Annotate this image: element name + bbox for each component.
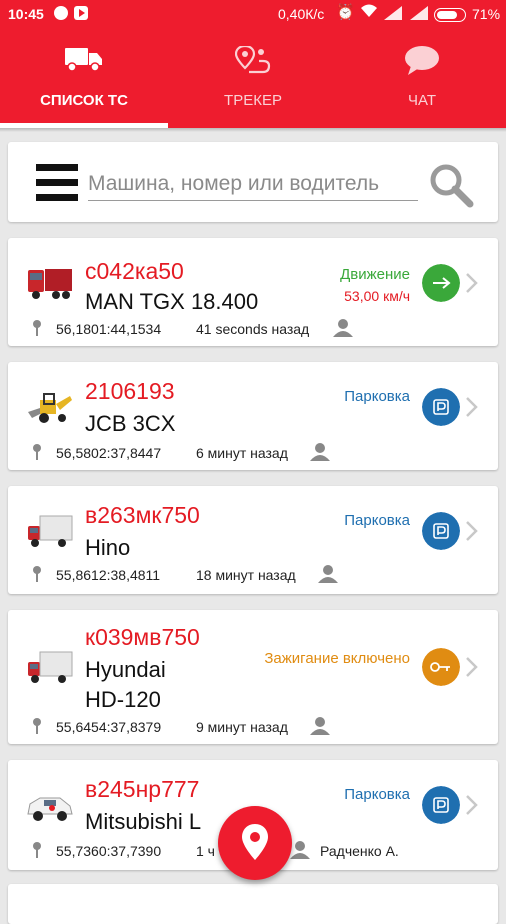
- location-pin-icon: [33, 444, 41, 460]
- chat-bubble-icon: [405, 46, 439, 75]
- status-bar: 10:45 0,40К/с ⏰ 71%: [0, 0, 506, 28]
- vehicle-status: Парковка: [344, 786, 410, 803]
- parking-icon: [422, 786, 460, 824]
- vehicle-status: Парковка: [344, 388, 410, 405]
- vehicle-plate: 2106193: [85, 378, 175, 404]
- tab-tracker-label: ТРЕКЕР: [224, 92, 282, 109]
- vehicle-card[interactable]: к039мв750 Hyundai HD-120 Зажигание включ…: [8, 610, 498, 744]
- chevron-right-icon[interactable]: [464, 520, 480, 542]
- driver-icon: [290, 841, 310, 859]
- last-update-time: 18 минут назад: [196, 567, 296, 583]
- driver-icon: [333, 319, 353, 337]
- vehicle-status: Движение: [340, 266, 410, 283]
- vehicle-plate: с042ка50: [85, 258, 184, 284]
- location-pin-icon: [33, 320, 41, 336]
- driver-icon: [318, 565, 338, 583]
- location-pin-icon: [33, 842, 41, 858]
- route-pin-icon: [235, 46, 271, 74]
- play-store-notification-icon: [74, 6, 88, 20]
- battery-icon: [434, 8, 466, 22]
- chevron-right-icon[interactable]: [464, 396, 480, 418]
- chevron-right-icon[interactable]: [464, 656, 480, 678]
- truck-icon: [65, 48, 102, 72]
- status-time: 10:45: [8, 6, 44, 22]
- chevron-right-icon[interactable]: [464, 272, 480, 294]
- network-speed: 0,40К/с: [278, 6, 325, 22]
- vehicle-plate: в245нр777: [85, 776, 200, 802]
- tab-vehicle-list-label: СПИСОК ТС: [40, 92, 128, 109]
- tab-tracker[interactable]: ТРЕКЕР: [168, 28, 338, 128]
- tab-chat[interactable]: ЧАТ: [338, 28, 506, 128]
- driver-name: Радченко А.: [320, 843, 399, 859]
- vehicle-thumbnail: [28, 515, 73, 547]
- vehicle-card[interactable]: в263мк750 Hino Парковка 55,8612:38,4811 …: [8, 486, 498, 594]
- vehicle-plate: к039мв750: [85, 624, 200, 650]
- tab-bar: СПИСОК ТС ТРЕКЕР ЧАТ: [0, 28, 506, 128]
- vehicle-card[interactable]: [8, 884, 498, 924]
- location-pin-icon: [242, 824, 268, 860]
- vehicle-coordinates: 56,1801:44,1534: [56, 321, 162, 337]
- tab-vehicle-list[interactable]: СПИСОК ТС: [0, 28, 168, 128]
- vehicle-model-line2: HD-120: [85, 687, 161, 712]
- vehicle-thumbnail: [28, 393, 72, 423]
- menu-icon[interactable]: [36, 164, 78, 202]
- tab-shadow: [0, 128, 506, 132]
- vehicle-model: JCB 3CX: [85, 411, 176, 436]
- map-location-button[interactable]: [218, 806, 292, 880]
- vehicle-status: Парковка: [344, 512, 410, 529]
- driver-icon: [310, 717, 330, 735]
- vehicle-card[interactable]: 2106193 JCB 3CX Парковка 56,5802:37,8447…: [8, 362, 498, 470]
- vehicle-thumbnail: [27, 797, 73, 821]
- last-update-time: 1 ч: [196, 843, 215, 859]
- wifi-icon: [361, 4, 377, 17]
- vehicle-plate: в263мк750: [85, 502, 200, 528]
- last-update-time: 9 минут назад: [196, 719, 288, 735]
- key-icon: [422, 648, 460, 686]
- vehicle-model: Hino: [85, 535, 131, 560]
- vehicle-coordinates: 55,6454:37,8379: [56, 719, 162, 735]
- tab-chat-label: ЧАТ: [408, 92, 436, 109]
- signal-icon: [410, 6, 428, 20]
- vehicle-model: MAN TGX 18.400: [85, 289, 259, 314]
- parking-icon: [422, 388, 460, 426]
- vehicle-status: Зажигание включено: [264, 650, 410, 667]
- vehicle-thumbnail: [28, 269, 72, 299]
- parking-icon: [422, 512, 460, 550]
- vehicle-thumbnail: [28, 651, 73, 683]
- last-update-time: 41 seconds назад: [196, 321, 310, 337]
- location-pin-icon: [33, 566, 41, 582]
- vehicle-model: Mitsubishi L: [85, 809, 202, 834]
- arrow-right-icon: [422, 264, 460, 302]
- driver-icon: [310, 443, 330, 461]
- last-update-time: 6 минут назад: [196, 445, 288, 461]
- location-pin-icon: [33, 718, 41, 734]
- search-card: [8, 142, 498, 222]
- vehicle-card[interactable]: с042ка50 MAN TGX 18.400 Движение 53,00 к…: [8, 238, 498, 346]
- vehicle-speed: 53,00 км/ч: [344, 288, 410, 304]
- search-icon[interactable]: [428, 162, 474, 208]
- vehicle-model-line1: Hyundai: [85, 657, 166, 682]
- signal-icon: [384, 6, 402, 20]
- battery-percent: 71%: [472, 6, 501, 22]
- vehicle-coordinates: 56,5802:37,8447: [56, 445, 162, 461]
- search-input[interactable]: [88, 168, 418, 201]
- viber-notification-icon: [54, 6, 68, 20]
- vehicle-coordinates: 55,7360:37,7390: [56, 843, 162, 859]
- alarm-icon: ⏰: [336, 4, 355, 21]
- chevron-right-icon[interactable]: [464, 794, 480, 816]
- vehicle-coordinates: 55,8612:38,4811: [56, 567, 161, 583]
